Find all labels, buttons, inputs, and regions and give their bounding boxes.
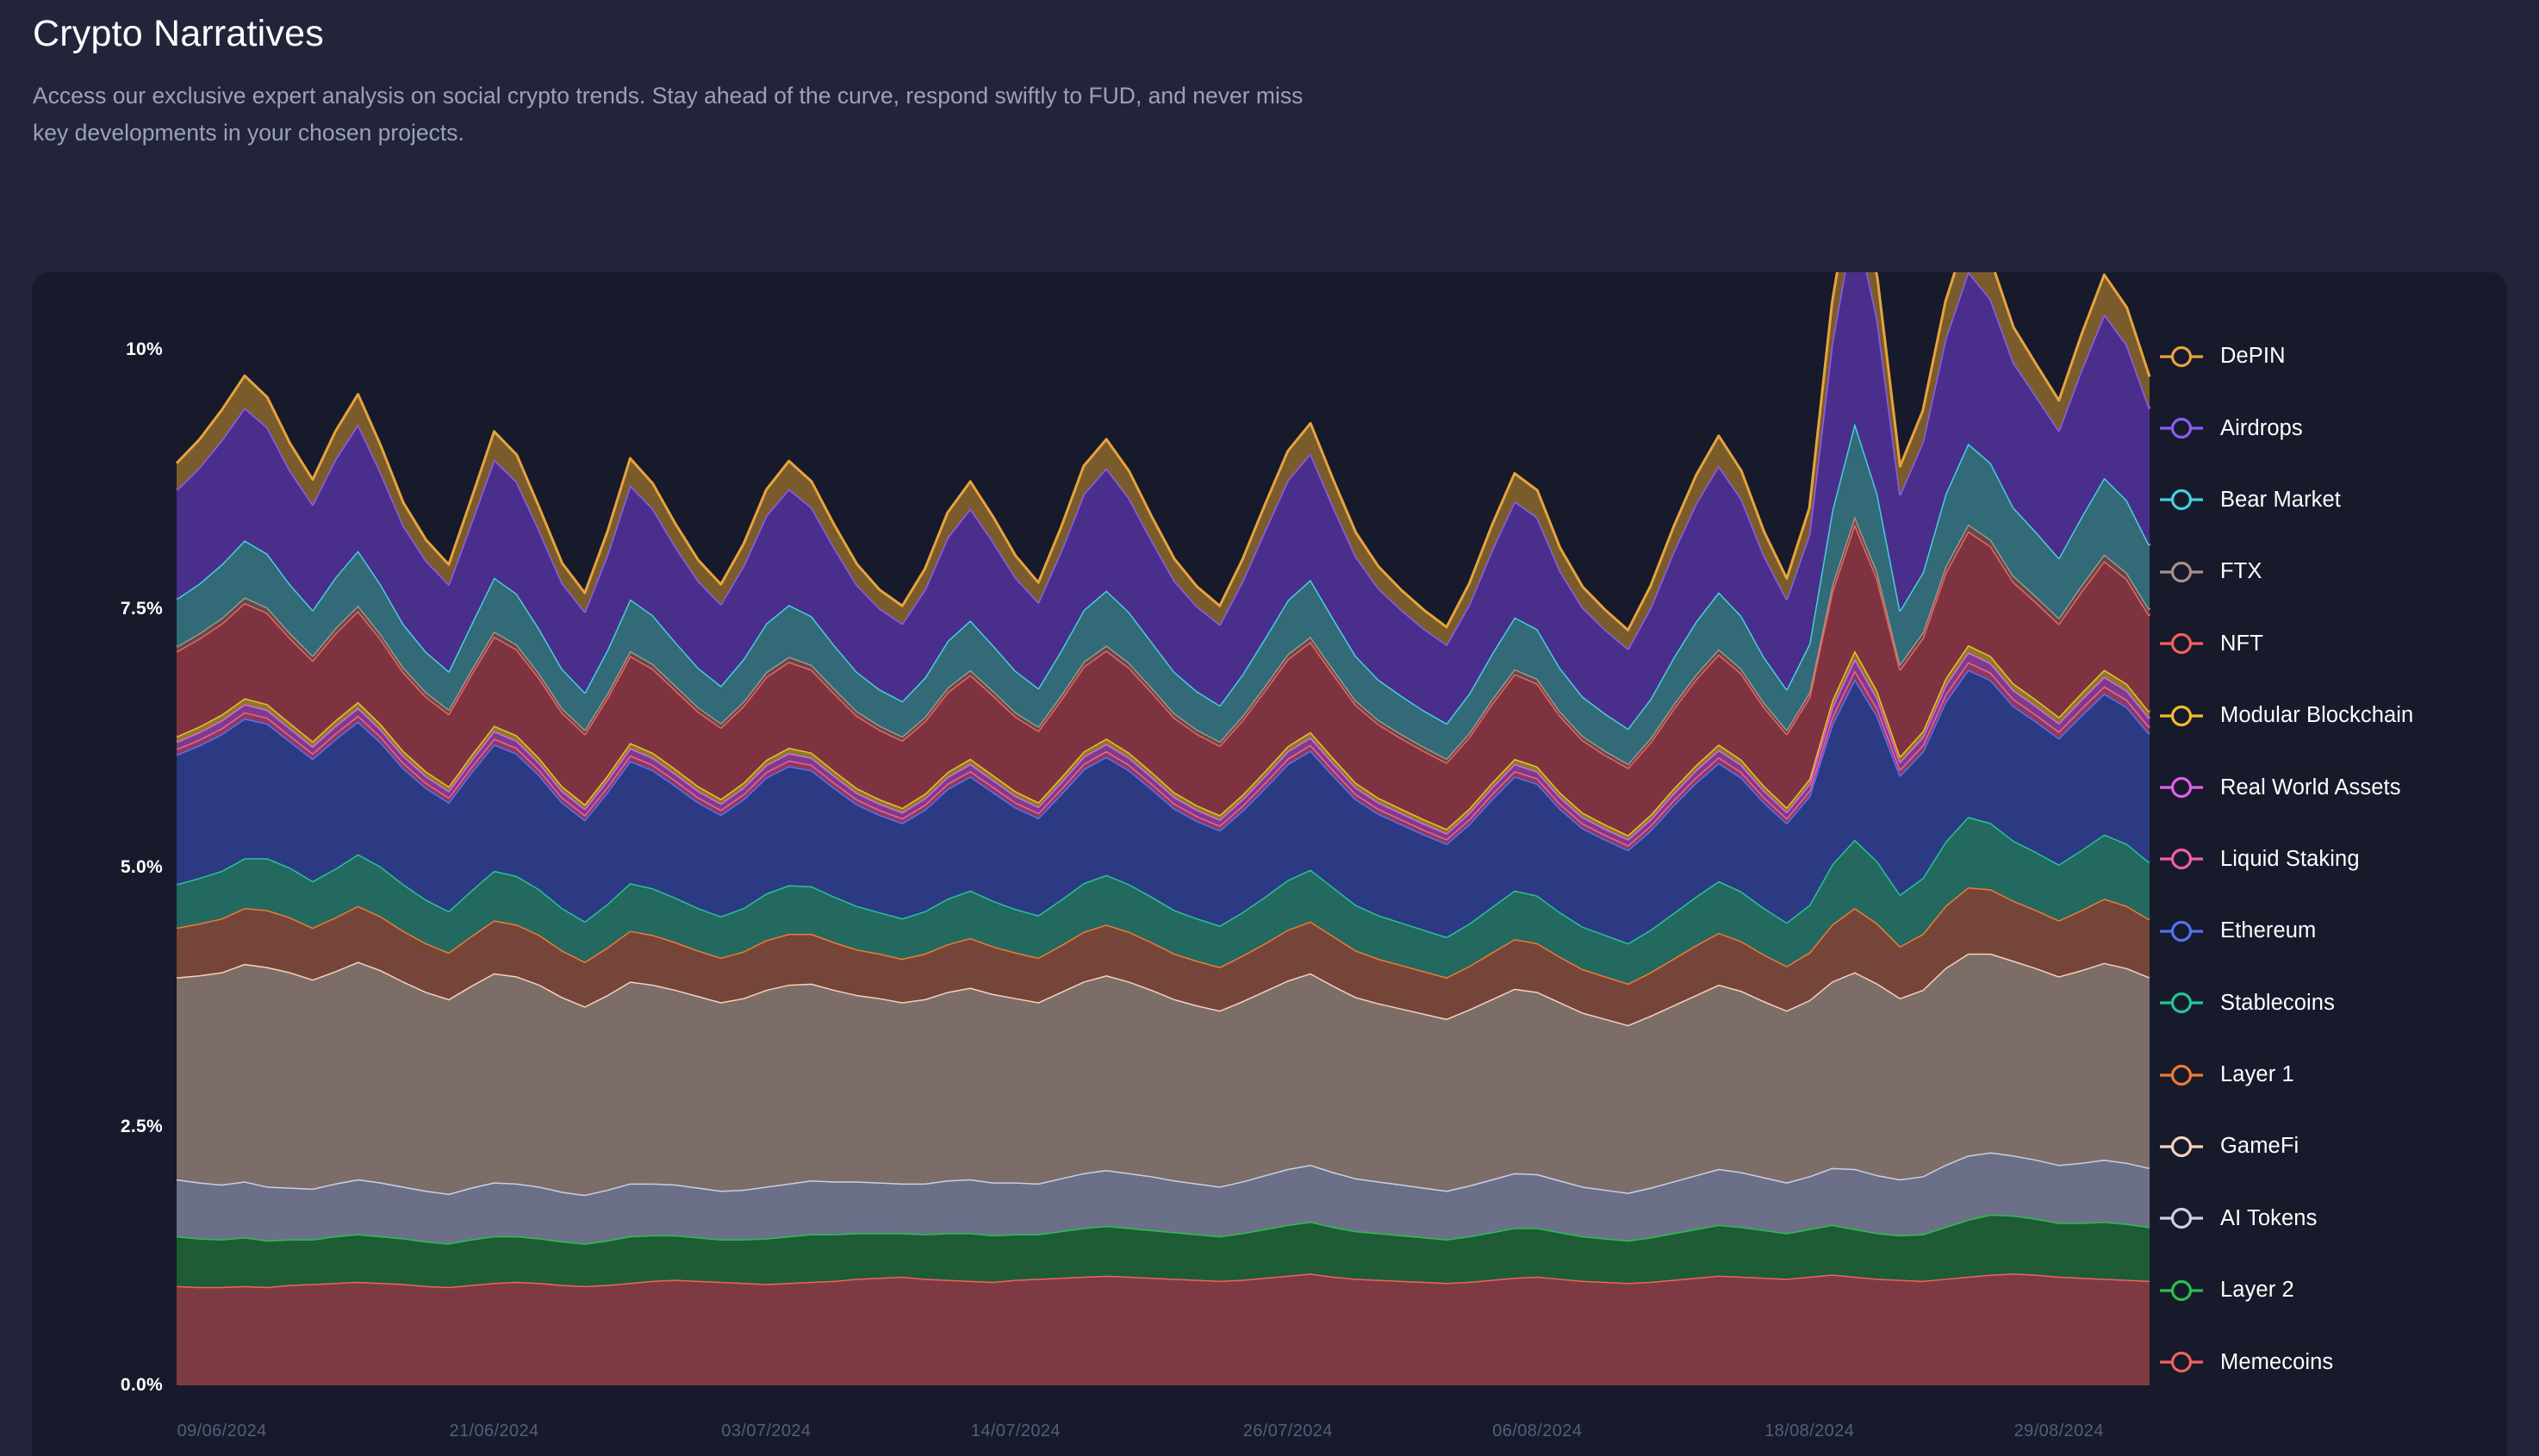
x-axis-tick-label: 09/06/2024 xyxy=(177,1422,267,1440)
circle-line-icon xyxy=(2158,844,2205,874)
legend-item-label: GameFi xyxy=(2220,1134,2299,1159)
page-header: Crypto Narratives Access our exclusive e… xyxy=(33,12,1497,151)
x-axis-tick-label: 29/08/2024 xyxy=(2013,1422,2104,1440)
legend-item-label: DePIN xyxy=(2220,344,2286,369)
y-axis-tick-label: 5.0% xyxy=(120,857,163,877)
legend-item-bear-market[interactable]: Bear Market xyxy=(2158,464,2520,536)
circle-line-icon xyxy=(2158,988,2205,1017)
page-title: Crypto Narratives xyxy=(33,13,324,54)
legend-item-ai-tokens[interactable]: AI Tokens xyxy=(2158,1183,2520,1254)
circle-line-icon xyxy=(2158,773,2205,802)
circle-line-icon xyxy=(2158,629,2205,658)
legend-item-stablecoins[interactable]: Stablecoins xyxy=(2158,968,2520,1039)
chart-panel: 10% 7.5% 5.0% 2.5% 0.0% 09/06/2024 21/06/2024… xyxy=(32,272,2507,1456)
legend-item-label: NFT xyxy=(2220,631,2263,656)
circle-line-icon xyxy=(2158,701,2205,731)
legend-item-memecoins[interactable]: Memecoins xyxy=(2158,1326,2520,1397)
legend-item-real-world-assets[interactable]: Real World Assets xyxy=(2158,751,2520,823)
chart-area[interactable]: 10% 7.5% 5.0% 2.5% 0.0% 09/06/2024 21/06/2024… xyxy=(32,272,2507,1456)
legend-item-label: AI Tokens xyxy=(2220,1205,2318,1230)
circle-line-icon xyxy=(2158,557,2205,587)
legend-item-label: Stablecoins xyxy=(2220,990,2335,1015)
legend-item-label: Airdrops xyxy=(2220,415,2303,440)
legend-item-label: Layer 2 xyxy=(2220,1278,2294,1303)
legend-item-label: Liquid Staking xyxy=(2220,846,2360,871)
y-axis-tick-label: 7.5% xyxy=(120,598,163,619)
crypto-narratives-page: Crypto Narratives Access our exclusive e… xyxy=(0,0,2539,1456)
page-subtitle: Access our exclusive expert analysis on … xyxy=(33,82,1304,146)
legend-item-label: Memecoins xyxy=(2220,1349,2334,1374)
legend-item-layer-1[interactable]: Layer 1 xyxy=(2158,1039,2520,1111)
legend-item-label: Layer 1 xyxy=(2220,1062,2294,1087)
x-axis-tick-label: 18/08/2024 xyxy=(1764,1422,1855,1440)
x-axis-tick-label: 14/07/2024 xyxy=(970,1422,1061,1440)
circle-line-icon xyxy=(2158,1204,2205,1233)
legend-item-layer-2[interactable]: Layer 2 xyxy=(2158,1254,2520,1326)
circle-line-icon xyxy=(2158,414,2205,443)
legend-item-nft[interactable]: NFT xyxy=(2158,608,2520,680)
legend-item-liquid-staking[interactable]: Liquid Staking xyxy=(2158,824,2520,895)
x-axis-tick-label: 06/08/2024 xyxy=(1492,1422,1583,1440)
circle-line-icon xyxy=(2158,1132,2205,1161)
circle-line-icon xyxy=(2158,342,2205,371)
circle-line-icon xyxy=(2158,917,2205,946)
y-axis-tick-label: 2.5% xyxy=(120,1116,163,1136)
circle-line-icon xyxy=(2158,1061,2205,1090)
legend-item-airdrops[interactable]: Airdrops xyxy=(2158,392,2520,464)
x-axis-tick-label: 26/07/2024 xyxy=(1242,1422,1333,1440)
circle-line-icon xyxy=(2158,485,2205,514)
chart-legend[interactable]: DePIN Airdrops Bear Market FTX NFT Modular Bl… xyxy=(2158,320,2520,1398)
legend-item-label: Modular Blockchain xyxy=(2220,703,2414,728)
legend-item-ftx[interactable]: FTX xyxy=(2158,536,2520,607)
legend-item-label: Bear Market xyxy=(2220,487,2341,512)
x-axis-tick-label: 03/07/2024 xyxy=(721,1422,812,1440)
y-axis-tick-label: 0.0% xyxy=(120,1375,163,1395)
area-band-memecoins xyxy=(177,1273,2150,1385)
stacked-area-chart[interactable] xyxy=(32,272,2507,1456)
legend-item-label: Real World Assets xyxy=(2220,775,2401,800)
legend-item-ethereum[interactable]: Ethereum xyxy=(2158,895,2520,967)
legend-item-gamefi[interactable]: GameFi xyxy=(2158,1111,2520,1182)
circle-line-icon xyxy=(2158,1347,2205,1377)
legend-item-depin[interactable]: DePIN xyxy=(2158,320,2520,392)
legend-item-modular-blockchain[interactable]: Modular Blockchain xyxy=(2158,680,2520,751)
legend-item-label: FTX xyxy=(2220,559,2262,584)
legend-item-label: Ethereum xyxy=(2220,918,2317,943)
x-axis-tick-label: 21/06/2024 xyxy=(449,1422,539,1440)
circle-line-icon xyxy=(2158,1276,2205,1305)
y-axis-tick-label: 10% xyxy=(126,339,163,359)
